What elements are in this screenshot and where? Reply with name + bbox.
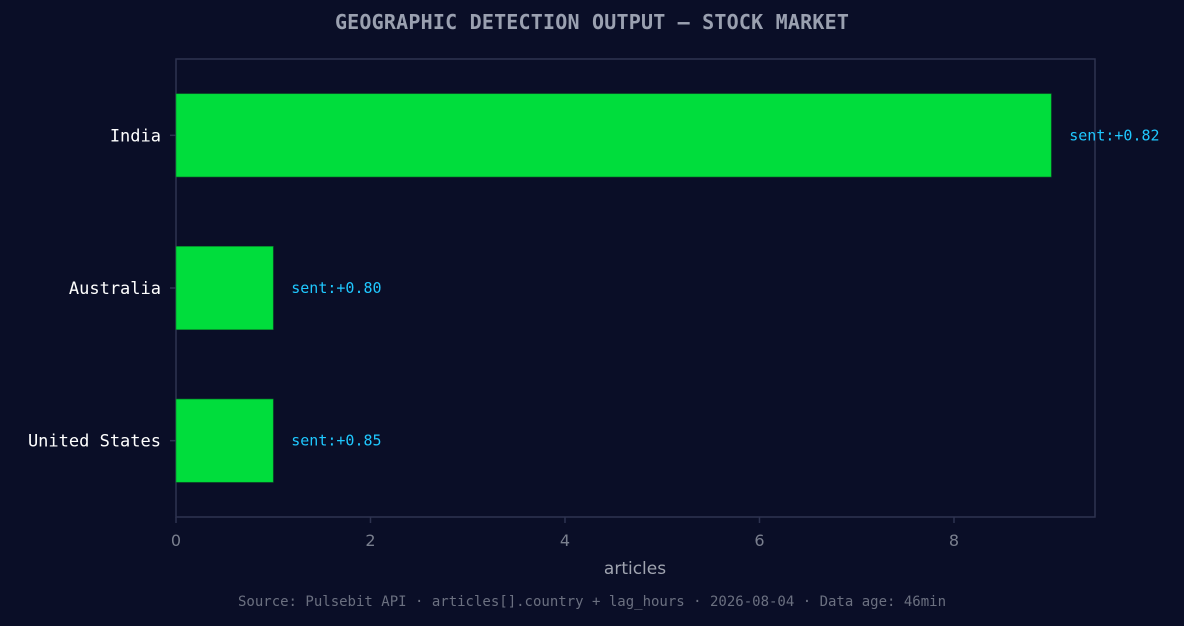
y-tick-label: United States xyxy=(28,432,161,452)
y-tick-label: Australia xyxy=(69,279,161,299)
bar-annotation: sent:+0.85 xyxy=(291,432,381,450)
bars-layer: sent:+0.82 sent:+0.80 sent:+0.85 xyxy=(175,93,1160,483)
x-tick-label: 6 xyxy=(754,531,764,550)
x-tick-label: 8 xyxy=(949,531,959,550)
ticks-layer: India Australia United States 0 2 4 6 8 xyxy=(28,126,959,550)
bar-annotation: sent:+0.80 xyxy=(291,279,381,297)
y-tick-label: India xyxy=(110,126,161,146)
x-tick-label: 0 xyxy=(171,531,181,550)
bar-chart: sent:+0.82 sent:+0.80 sent:+0.85 India Aust… xyxy=(28,58,1160,579)
bar-annotation: sent:+0.82 xyxy=(1069,126,1159,144)
bar-australia xyxy=(175,246,274,330)
x-tick-label: 4 xyxy=(560,531,570,550)
bar-india xyxy=(175,93,1052,178)
source-note: Source: Pulsebit API · articles[].countr… xyxy=(237,594,946,610)
x-axis-label: articles xyxy=(604,559,666,579)
x-tick-label: 2 xyxy=(365,531,375,550)
bar-united-states xyxy=(175,398,274,483)
